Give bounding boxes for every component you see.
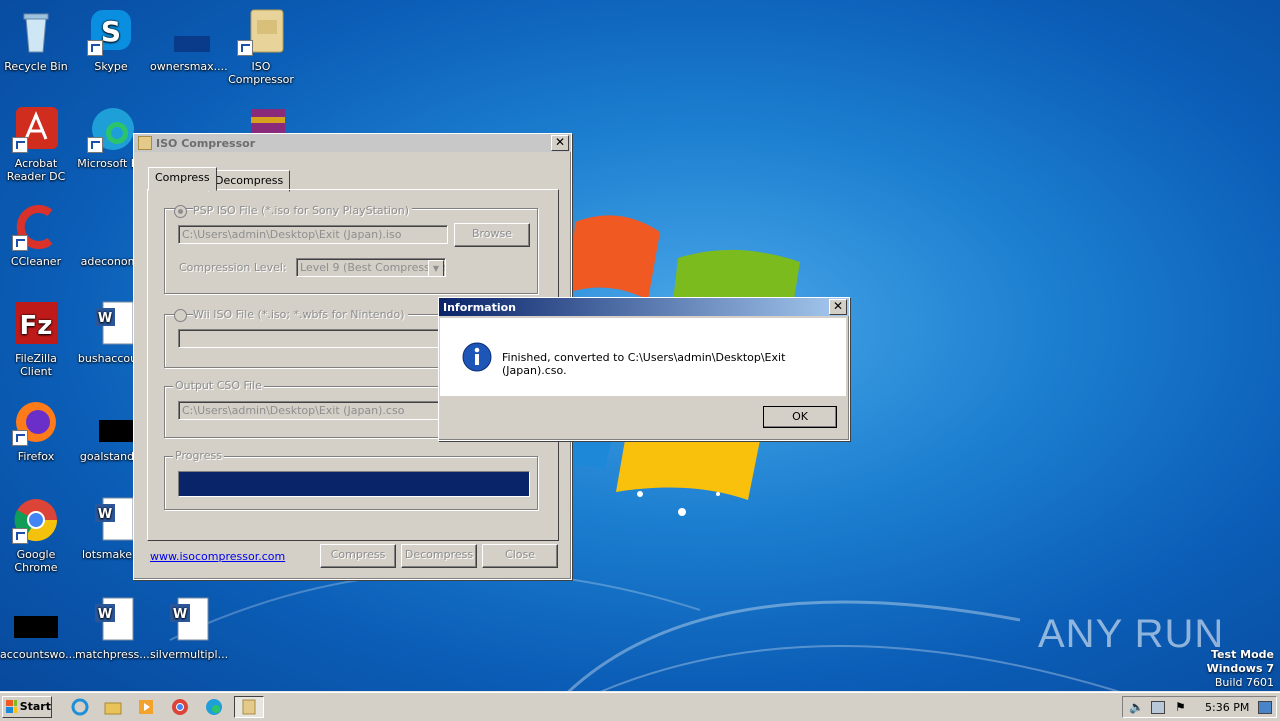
info-dialog-body: Finished, converted to C:\Users\admin\De… <box>440 318 846 396</box>
desktop-icon-ownersmax[interactable]: ownersmax.... <box>150 8 228 73</box>
desktop-icon-firefox[interactable]: Firefox <box>0 398 72 463</box>
close-icon[interactable]: ✕ <box>829 299 847 315</box>
wii-radio-label: Wii ISO File (*.iso; *.wbfs for Nintendo… <box>193 308 408 321</box>
start-label: Start <box>19 700 51 713</box>
edge-icon <box>87 105 135 153</box>
browse-button[interactable]: Browse <box>454 223 530 247</box>
iso-compressor-icon <box>237 8 285 56</box>
edge-taskbar-icon[interactable] <box>202 696 226 718</box>
website-link[interactable]: www.isocompressor.com <box>150 550 285 563</box>
word-doc-icon: W <box>162 596 210 644</box>
desktop-icon-silvermultipl[interactable]: W silvermultipl... <box>150 596 228 661</box>
blank-file-icon <box>162 8 220 56</box>
start-button[interactable]: Start <box>2 696 52 718</box>
info-message: Finished, converted to C:\Users\admin\De… <box>502 351 786 377</box>
info-dialog-title: Information <box>443 300 516 314</box>
compression-level-select[interactable]: Level 9 (Best Compression) ▼ <box>296 258 446 277</box>
close-icon[interactable]: ✕ <box>551 135 569 151</box>
iso-compressor-taskbar-icon[interactable] <box>234 696 264 718</box>
iso-app-icon <box>138 136 152 150</box>
shortcut-arrow-icon <box>12 235 28 251</box>
information-dialog: Information ✕ Finished, converted to C:\… <box>438 297 850 441</box>
show-desktop-icon[interactable] <box>1258 701 1272 714</box>
psp-group <box>164 208 538 294</box>
compress-button[interactable]: Compress <box>320 544 396 568</box>
filezilla-icon: Fz <box>12 300 60 348</box>
info-icon <box>462 342 492 372</box>
wii-radio[interactable] <box>174 309 187 322</box>
shortcut-arrow-icon <box>12 528 28 544</box>
psp-path-field[interactable]: C:\Users\admin\Desktop\Exit (Japan).iso <box>178 225 448 244</box>
tab-compress[interactable]: Compress <box>148 167 217 191</box>
desktop-icon-ccleaner[interactable]: CCleaner <box>0 203 72 268</box>
shortcut-arrow-icon <box>12 137 28 153</box>
svg-text:W: W <box>98 311 112 326</box>
ie-taskbar-icon[interactable] <box>68 696 92 718</box>
desktop-icon-matchpress[interactable]: W matchpress.... <box>75 596 153 661</box>
psp-radio[interactable] <box>174 205 187 218</box>
desktop-icon-iso-compressor[interactable]: ISO Compressor <box>225 8 297 86</box>
blank-file-icon <box>12 596 60 644</box>
desktop-icon-recycle-bin[interactable]: Recycle Bin <box>0 8 72 73</box>
desktop-icon-chrome[interactable]: Google Chrome <box>0 496 72 574</box>
output-path-field[interactable]: C:\Users\admin\Desktop\Exit (Japan).cso <box>178 401 440 420</box>
output-group-title: Output CSO File <box>173 379 264 392</box>
word-doc-icon: W <box>87 300 135 348</box>
shortcut-arrow-icon <box>237 40 253 56</box>
ccleaner-icon <box>12 203 60 251</box>
skype-icon: S <box>87 8 135 56</box>
media-player-taskbar-icon[interactable] <box>134 696 158 718</box>
svg-text:S: S <box>101 15 121 48</box>
system-tray: 🔈 ⚑ 5:36 PM <box>1122 696 1277 718</box>
ok-button[interactable]: OK <box>763 406 837 428</box>
windows-logo-icon <box>6 700 17 713</box>
word-doc-icon: W <box>87 496 135 544</box>
word-doc-icon: W <box>87 596 135 644</box>
test-mode-watermark: Test Mode Windows 7 Build 7601 <box>1207 648 1274 690</box>
flag-icon[interactable]: ⚑ <box>1175 700 1186 714</box>
test-mode-text: Test Mode <box>1211 648 1274 661</box>
iso-window-title: ISO Compressor <box>156 136 256 150</box>
desktop-icon-skype[interactable]: S Skype <box>75 8 147 73</box>
decompress-button[interactable]: Decompress <box>401 544 477 568</box>
progress-bar <box>178 471 530 497</box>
psp-radio-label: PSP ISO File (*.iso for Sony PlayStation… <box>193 204 412 217</box>
shortcut-arrow-icon <box>87 137 103 153</box>
shortcut-arrow-icon <box>12 430 28 446</box>
build-text: Build 7601 <box>1214 676 1274 689</box>
info-dialog-titlebar[interactable]: Information ✕ <box>439 298 849 316</box>
desktop-icon-acrobat[interactable]: Acrobat Reader DC <box>0 105 72 183</box>
compression-level-value: Level 9 (Best Compression) <box>300 261 446 274</box>
taskbar: Start 🔈 ⚑ 5:36 PM <box>0 692 1280 721</box>
blank-file-icon <box>87 203 135 251</box>
progress-fill <box>179 472 529 496</box>
svg-text:Fz: Fz <box>20 311 53 341</box>
chevron-down-icon: ▼ <box>428 260 444 276</box>
firefox-icon <box>12 398 60 446</box>
explorer-taskbar-icon[interactable] <box>101 696 125 718</box>
compression-level-label: Compression Level: <box>179 261 287 274</box>
acrobat-icon <box>12 105 60 153</box>
shortcut-arrow-icon <box>87 40 103 56</box>
svg-text:W: W <box>173 607 187 622</box>
chrome-taskbar-icon[interactable] <box>168 696 192 718</box>
svg-text:W: W <box>98 507 112 522</box>
desktop-icon-filezilla[interactable]: Fz FileZilla Client <box>0 300 72 378</box>
volume-icon[interactable]: 🔈 <box>1129 700 1144 714</box>
desktop-icon-accountswo[interactable]: accountswo... <box>0 596 76 661</box>
iso-window-titlebar[interactable]: ISO Compressor ✕ <box>134 134 571 152</box>
svg-text:W: W <box>98 607 112 622</box>
anyrun-watermark: ANY RUN <box>1038 612 1225 656</box>
chrome-icon <box>12 496 60 544</box>
progress-group-title: Progress <box>173 449 224 462</box>
recycle-bin-icon <box>12 8 60 56</box>
os-text: Windows 7 <box>1206 662 1274 675</box>
wii-path-field[interactable] <box>178 329 440 348</box>
clock[interactable]: 5:36 PM <box>1205 701 1249 714</box>
network-icon[interactable] <box>1151 701 1165 714</box>
close-button[interactable]: Close <box>482 544 558 568</box>
blank-file-icon <box>87 398 145 446</box>
